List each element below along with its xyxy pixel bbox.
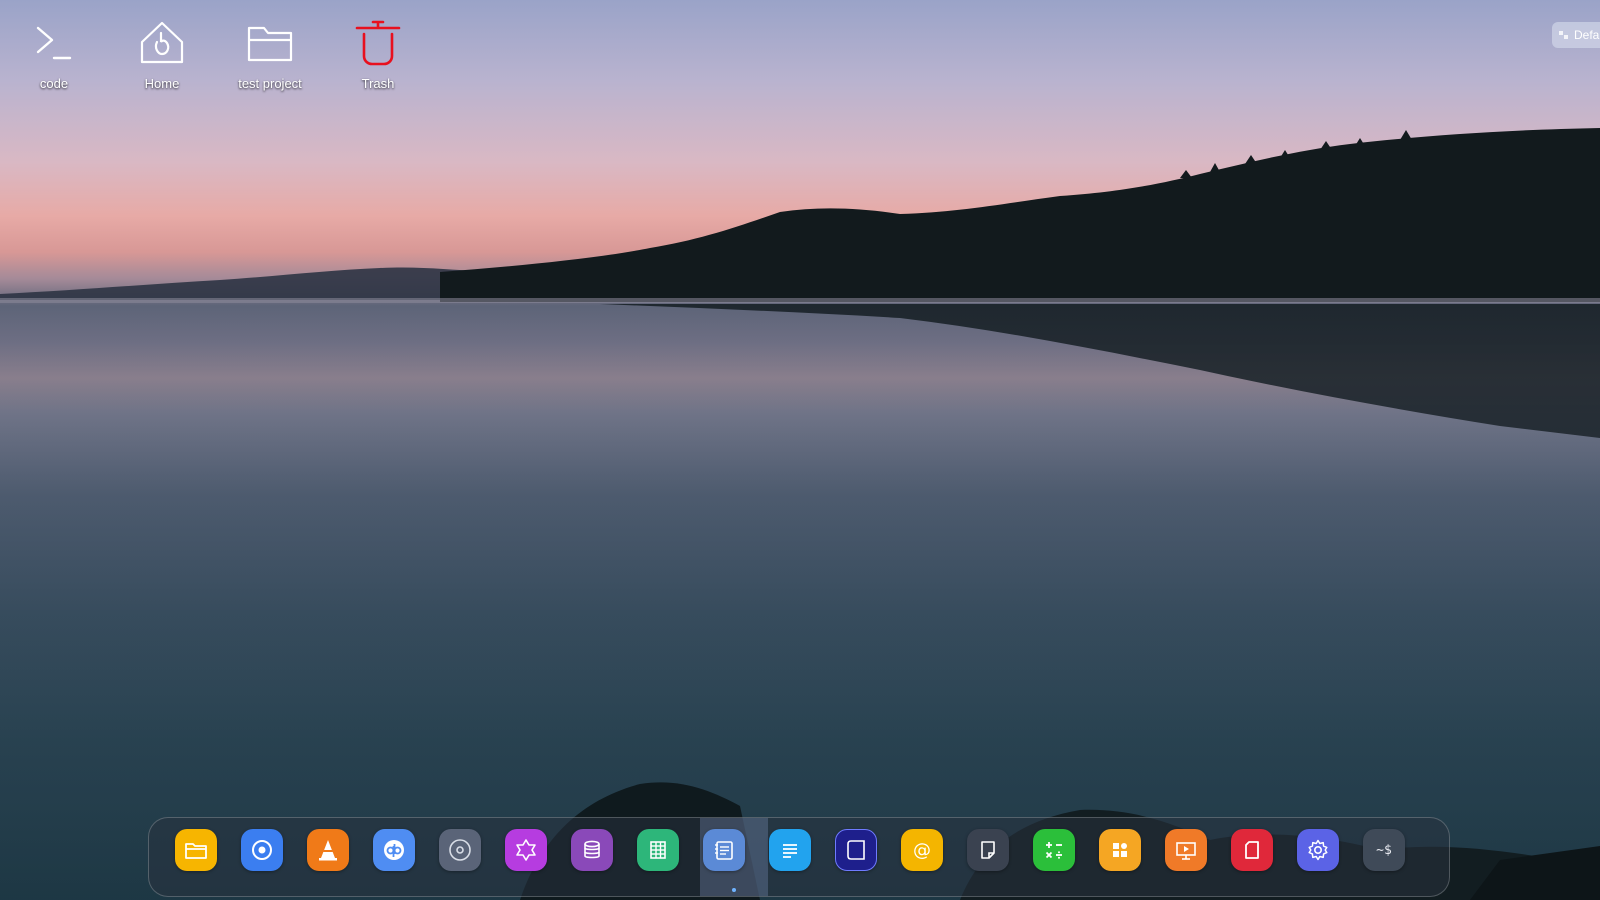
qb-icon — [384, 840, 404, 860]
database-icon — [584, 840, 600, 859]
spreadsheet-icon — [650, 841, 666, 859]
lines-icon — [783, 844, 797, 858]
dock-item-chromium[interactable] — [241, 829, 283, 871]
dock-item-file-manager[interactable] — [175, 829, 217, 871]
grid-shapes-icon — [1113, 843, 1127, 857]
desktop-icon-test-project[interactable]: test project — [220, 14, 320, 104]
dock-item-qbittorrent[interactable] — [373, 829, 415, 871]
dock-item-presentation[interactable] — [1165, 829, 1207, 871]
wallpaper-image — [0, 128, 1600, 900]
desktop-icon-code[interactable]: code — [4, 14, 104, 104]
svg-text:@: @ — [913, 840, 931, 861]
notebook-icon — [847, 840, 865, 860]
dock-item-calculator[interactable] — [1033, 829, 1075, 871]
dock-item-text-editor[interactable] — [703, 829, 745, 871]
browser-icon — [252, 840, 272, 860]
notepad-icon — [715, 841, 733, 860]
folder-icon — [247, 26, 293, 62]
sticky-note-icon — [981, 841, 995, 859]
layout-indicator-text: Defa — [1574, 28, 1600, 42]
desktop-icon-home[interactable]: Home — [112, 14, 212, 104]
dock-item-app-launcher[interactable] — [1099, 829, 1141, 871]
presentation-icon — [1176, 842, 1196, 860]
traffic-cone-icon — [319, 840, 337, 861]
dock-item-disc-burner[interactable] — [439, 829, 481, 871]
at-sign-icon: @ — [913, 840, 931, 861]
dock-item-sticky-notes[interactable] — [967, 829, 1009, 871]
desktop-icon-trash[interactable]: Trash — [328, 14, 428, 104]
flower-icon — [516, 839, 536, 861]
dock-item-settings[interactable] — [1297, 829, 1339, 871]
desktop-icon-label: test project — [238, 76, 302, 91]
terminal-prompt-icon — [36, 26, 72, 60]
active-app-indicator — [732, 888, 736, 892]
dock-item-email[interactable]: @ — [901, 829, 943, 871]
trash-icon — [355, 20, 401, 66]
home-folder-icon — [140, 21, 184, 64]
keyboard-icon — [1559, 31, 1568, 39]
desktop-icon-label: Trash — [361, 76, 395, 91]
dock-item-vlc[interactable] — [307, 829, 349, 871]
folder-icon — [185, 843, 207, 859]
desktop-icon-label: Home — [144, 76, 180, 91]
dock-item-database[interactable] — [571, 829, 613, 871]
desktop[interactable]: code Home test project Trash Defa @ ~$ — [0, 0, 1600, 900]
document-icon — [1245, 841, 1259, 859]
dock-item-spreadsheet[interactable] — [637, 829, 679, 871]
dock: @ ~$ — [148, 817, 1450, 897]
dock-item-pdf-reader[interactable] — [1231, 829, 1273, 871]
dock-item-document-writer[interactable] — [769, 829, 811, 871]
dock-item-app-store[interactable] — [505, 829, 547, 871]
terminal-icon: ~$ — [1376, 842, 1392, 858]
disc-icon — [449, 839, 471, 861]
calculator-icon — [1045, 842, 1062, 859]
dock-item-notes-app[interactable] — [835, 829, 877, 871]
dock-item-terminal[interactable]: ~$ — [1363, 829, 1405, 871]
keyboard-layout-indicator[interactable]: Defa — [1552, 22, 1600, 48]
gear-icon — [1308, 839, 1328, 861]
desktop-icon-label: code — [39, 76, 69, 91]
